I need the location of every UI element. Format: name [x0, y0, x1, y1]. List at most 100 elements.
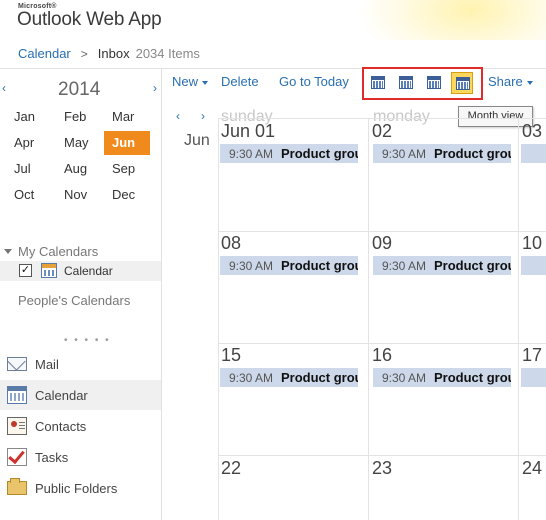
header: Microsoft® Outlook Web App [0, 0, 546, 40]
prev-year-icon[interactable]: ‹ [2, 81, 6, 95]
event-time: 9:30 AM [229, 371, 274, 385]
nav-public-folders-label: Public Folders [35, 481, 118, 496]
nav-mail-label: Mail [35, 357, 59, 372]
calendar-checkbox[interactable]: ✓ [19, 264, 32, 277]
day-cell-number[interactable]: 10 [522, 233, 542, 254]
public-folders-icon [7, 478, 27, 495]
day-view-button[interactable] [367, 72, 389, 94]
calendar-event[interactable]: 9:30 AM Product grou [373, 256, 511, 275]
calendar-event[interactable]: 9:30 AM Product grou [373, 144, 511, 163]
day-cell-number[interactable]: 22 [221, 458, 241, 479]
day-cell-number[interactable]: 15 [221, 345, 241, 366]
new-dropdown-icon [202, 80, 209, 85]
calendar-event[interactable]: 9:30 AM Product grou [220, 368, 358, 387]
month-jul[interactable]: Jul [6, 157, 52, 181]
day-view-icon [371, 76, 385, 89]
grid-col-line [218, 118, 219, 520]
day-cell-number[interactable]: 03 [522, 121, 542, 142]
event-time: 9:30 AM [382, 147, 427, 161]
contacts-icon [7, 417, 27, 435]
day-cell-number[interactable]: Jun 01 [221, 121, 275, 142]
share-button[interactable]: Share [488, 74, 533, 89]
day-cell-number[interactable]: 08 [221, 233, 241, 254]
event-title: Product grou [434, 258, 511, 273]
breadcrumb-calendar-link[interactable]: Calendar [18, 46, 71, 61]
day-cell-number[interactable]: 09 [372, 233, 392, 254]
item-count: 2034 Items [135, 46, 200, 61]
share-dropdown-icon [526, 80, 533, 85]
nav-public-folders[interactable]: Public Folders [0, 473, 161, 503]
day-cell-number[interactable]: 23 [372, 458, 392, 479]
month-nov[interactable]: Nov [56, 183, 102, 207]
day-cell-number[interactable]: 02 [372, 121, 392, 142]
breadcrumb-current: Inbox [97, 46, 130, 61]
tasks-icon [7, 448, 27, 466]
nav-calendar[interactable]: Calendar [0, 380, 161, 410]
day-cell-number[interactable]: 17 [522, 345, 542, 366]
nav-tasks[interactable]: Tasks [0, 442, 161, 472]
month-sep[interactable]: Sep [104, 157, 150, 181]
peoples-calendars-header[interactable]: People's Calendars [18, 293, 130, 308]
month-view-icon [456, 77, 470, 90]
next-month-icon[interactable]: › [201, 109, 205, 123]
calendar-icon [41, 263, 57, 278]
week-view-icon [427, 76, 441, 89]
grid-row-line [218, 231, 546, 232]
share-label: Share [488, 74, 523, 89]
month-jun-selected[interactable]: Jun [104, 131, 150, 155]
event-title: Product grou [281, 258, 358, 273]
month-view-button[interactable] [451, 72, 473, 94]
event-title: Product grou [281, 370, 358, 385]
month-apr[interactable]: Apr [6, 131, 52, 155]
calendar-list-item[interactable]: ✓ Calendar [0, 261, 161, 281]
collapse-triangle-icon [4, 249, 12, 254]
week-view-button[interactable] [423, 72, 445, 94]
delete-button[interactable]: Delete [221, 74, 259, 89]
calendar-nav-icon [7, 386, 27, 404]
month-feb[interactable]: Feb [56, 105, 102, 129]
app-title: Outlook Web App [17, 9, 162, 30]
my-calendars-header[interactable]: My Calendars [4, 244, 98, 259]
nav-mail[interactable]: Mail [0, 349, 161, 379]
day-cell-number[interactable]: 24 [522, 458, 542, 479]
calendar-event[interactable]: 9:30 AM Product grou [220, 256, 358, 275]
mini-calendar-year: 2014 [58, 79, 101, 100]
month-may[interactable]: May [56, 131, 102, 155]
event-title: Product grou [281, 146, 358, 161]
new-button[interactable]: New [172, 74, 209, 89]
month-jan[interactable]: Jan [6, 105, 52, 129]
day-cell-number[interactable]: 16 [372, 345, 392, 366]
calendar-event-truncated[interactable] [521, 368, 546, 387]
breadcrumb: Calendar > Inbox 2034 Items [18, 46, 200, 61]
event-title: Product grou [434, 370, 511, 385]
event-title: Product grou [434, 146, 511, 161]
event-time: 9:30 AM [382, 371, 427, 385]
event-time: 9:30 AM [229, 259, 274, 273]
next-year-icon[interactable]: › [153, 81, 157, 95]
nav-calendar-label: Calendar [35, 388, 88, 403]
work-week-view-icon [399, 76, 413, 89]
grid-row-line [218, 343, 546, 344]
left-pane: ‹ 2014 › Jan Feb Mar Apr May Jun Jul Aug… [0, 69, 162, 520]
month-dec[interactable]: Dec [104, 183, 150, 207]
go-to-today-button[interactable]: Go to Today [279, 74, 349, 89]
grid-col-line [368, 118, 369, 520]
nav-contacts[interactable]: Contacts [0, 411, 161, 441]
month-aug[interactable]: Aug [56, 157, 102, 181]
nav-tasks-label: Tasks [35, 450, 69, 465]
pane-resize-handle[interactable]: • • • • • [64, 335, 111, 346]
calendar-event[interactable]: 9:30 AM Product grou [220, 144, 358, 163]
calendar-list-label: Calendar [64, 264, 113, 278]
month-mar[interactable]: Mar [104, 105, 150, 129]
my-calendars-label: My Calendars [18, 244, 99, 259]
prev-month-icon[interactable]: ‹ [176, 109, 180, 123]
grid-row-line [218, 118, 546, 119]
grid-row-line [218, 455, 546, 456]
event-time: 9:30 AM [229, 147, 274, 161]
work-week-view-button[interactable] [395, 72, 417, 94]
calendar-event[interactable]: 9:30 AM Product grou [373, 368, 511, 387]
month-oct[interactable]: Oct [6, 183, 52, 207]
header-glow [356, 0, 546, 40]
calendar-event-truncated[interactable] [521, 256, 546, 275]
calendar-event-truncated[interactable] [521, 144, 546, 163]
